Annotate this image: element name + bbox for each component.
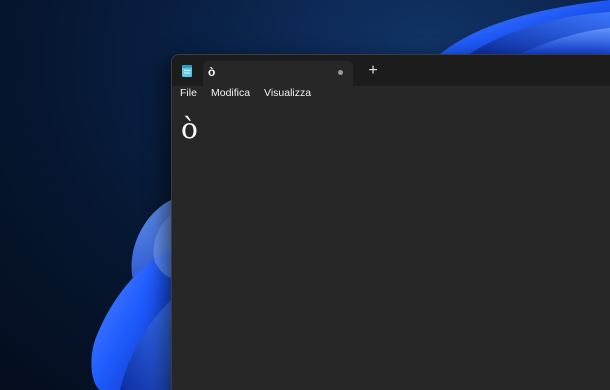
text-editor[interactable]: ò [172, 103, 610, 390]
tab-title: ò [208, 65, 216, 79]
editor-content: ò [181, 112, 198, 145]
menu-bar: File Modifica Visualizza [172, 86, 610, 103]
tab-document[interactable]: ò [203, 61, 353, 86]
title-bar[interactable]: ò + [172, 55, 610, 86]
unsaved-dot-icon[interactable] [338, 70, 343, 75]
desktop: ò + File Modifica Visualizza ò [0, 0, 610, 390]
notepad-window: ò + File Modifica Visualizza ò [171, 54, 610, 390]
menu-file[interactable]: File [180, 87, 197, 99]
new-tab-button[interactable]: + [364, 62, 382, 80]
menu-view[interactable]: Visualizza [264, 87, 311, 99]
notepad-icon [182, 65, 192, 77]
menu-edit[interactable]: Modifica [211, 87, 250, 99]
